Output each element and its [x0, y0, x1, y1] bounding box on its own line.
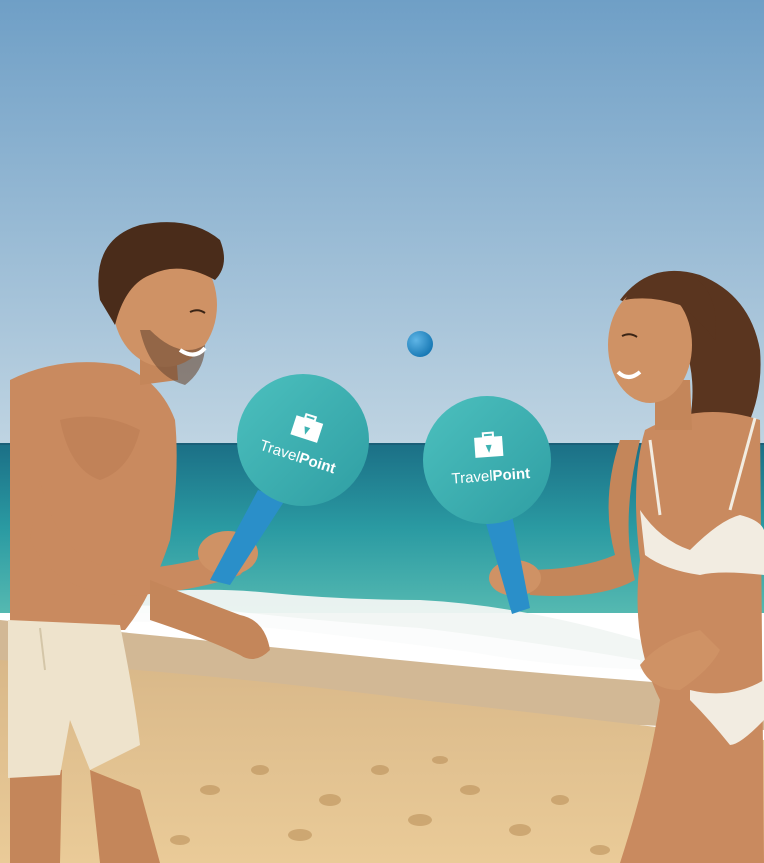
left-paddle-face	[237, 374, 369, 506]
right-paddle-face	[423, 396, 551, 524]
right-logo-text-part1: Travel	[451, 468, 493, 488]
ball	[407, 331, 433, 357]
beach-scene: TravelPoint TravelPoint	[0, 0, 764, 863]
right-logo-text-part2: Point	[492, 465, 531, 485]
